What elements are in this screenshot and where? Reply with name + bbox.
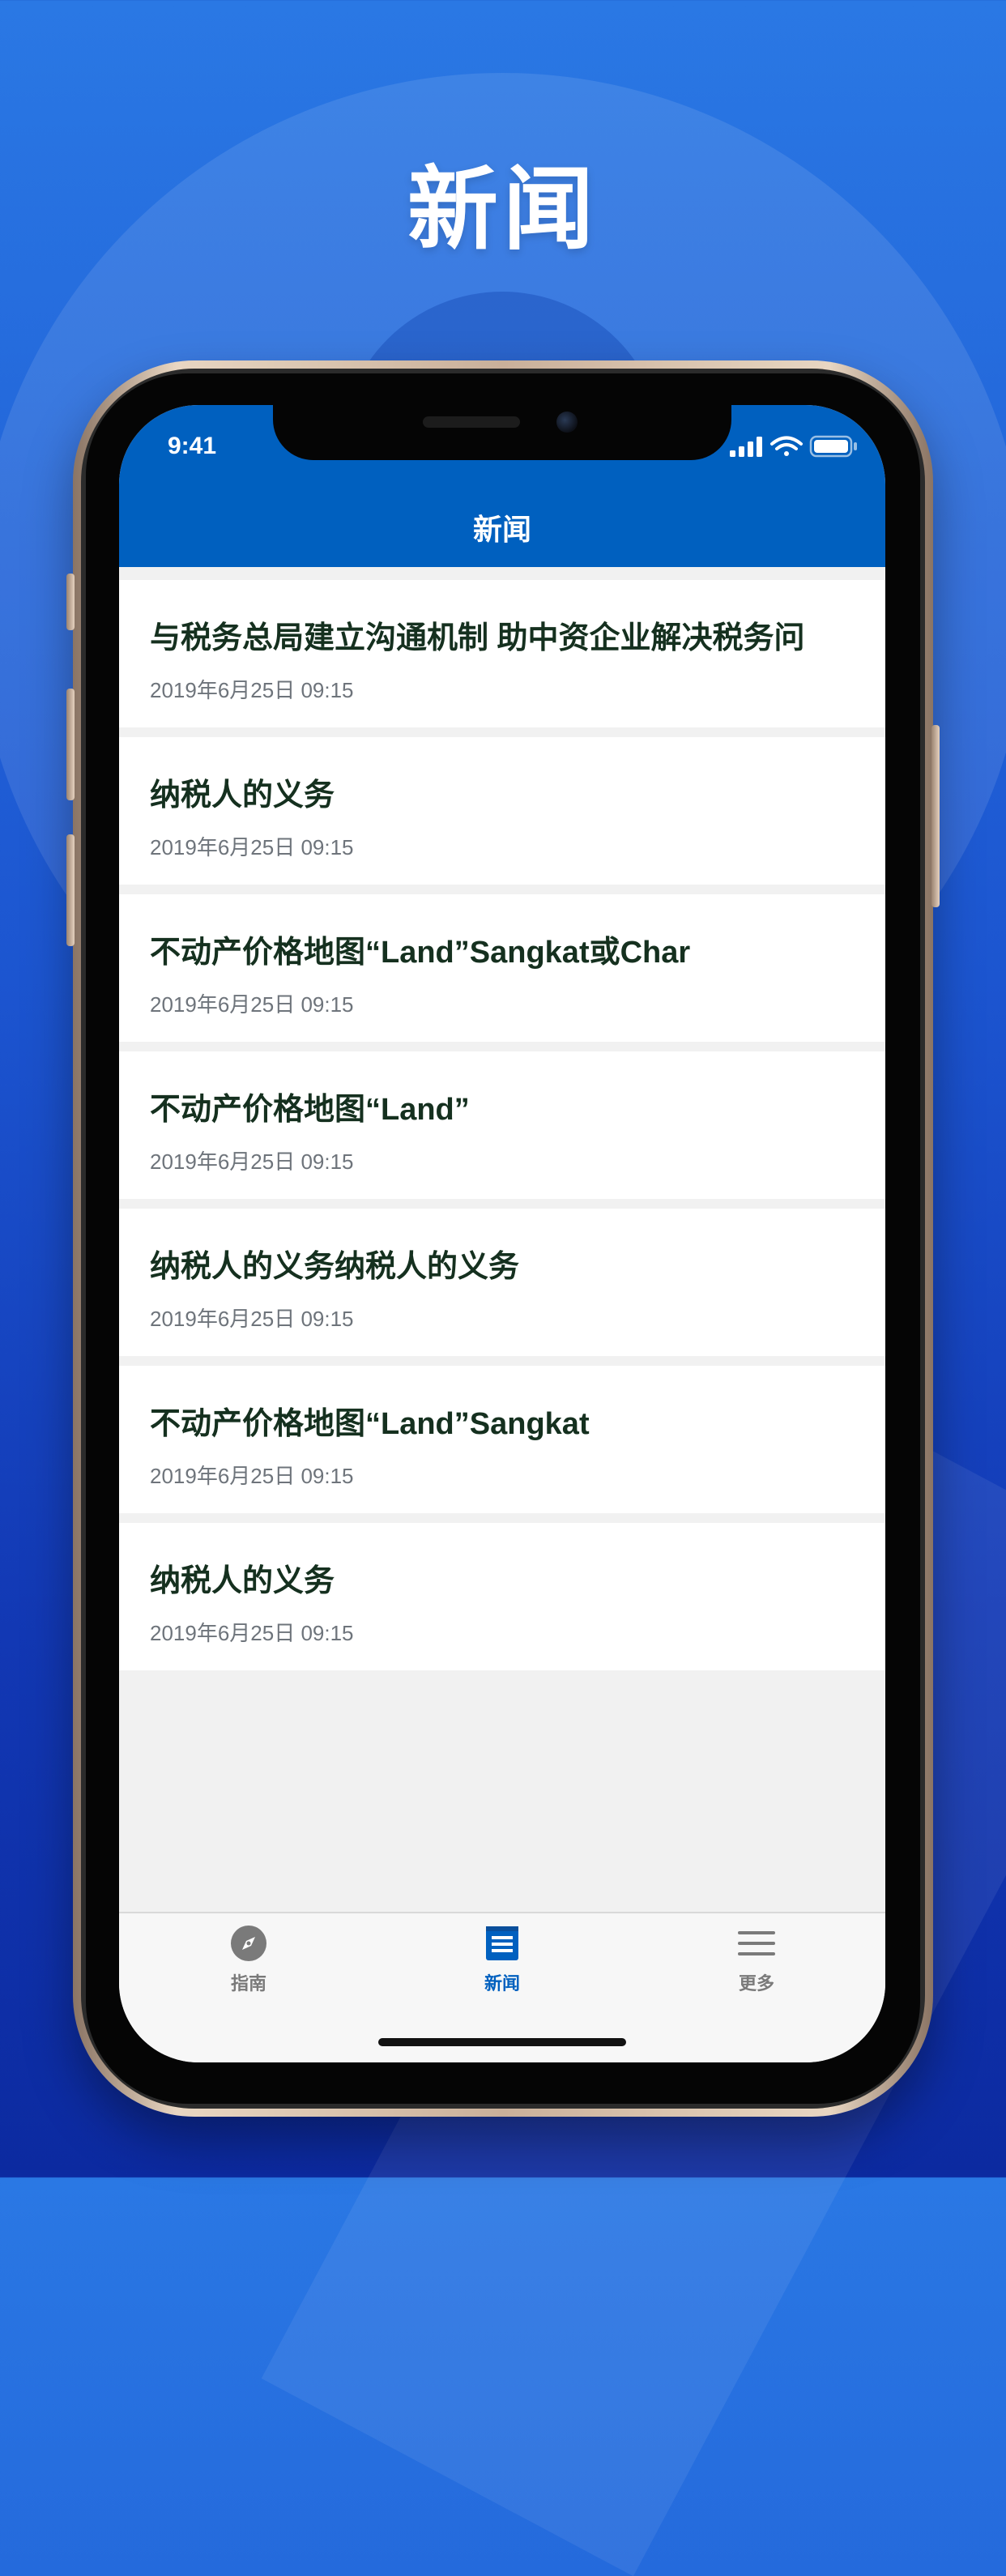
- wifi-icon: [770, 436, 803, 456]
- tab-guide[interactable]: 指南: [184, 1925, 313, 1995]
- menu-icon: [738, 1931, 775, 1955]
- news-date: 2019年6月25日 09:15: [150, 835, 354, 859]
- news-date: 2019年6月25日 09:15: [150, 1149, 354, 1174]
- tab-more-label: 更多: [738, 1973, 774, 1994]
- news-title: 纳税人的义务: [150, 1564, 335, 1598]
- news-title: 不动产价格地图“Land”: [150, 1093, 470, 1127]
- hero-title: 新闻: [407, 159, 599, 260]
- news-title: 不动产价格地图“Land”Sangkat: [150, 1407, 590, 1441]
- news-date: 2019年6月25日 09:15: [150, 1621, 354, 1645]
- volume-down-button: [66, 834, 75, 946]
- status-icons: [730, 434, 859, 458]
- news-title: 纳税人的义务纳税人的义务: [150, 1250, 520, 1284]
- compass-icon: [231, 1926, 266, 1961]
- news-item[interactable]: 不动产价格地图“Land”Sangkat或Char 2019年6月25日 09:…: [119, 894, 885, 1042]
- news-title: 与税务总局建立沟通机制 助中资企业解决税务问: [150, 621, 805, 655]
- tab-more[interactable]: 更多: [692, 1925, 821, 1995]
- power-button: [931, 725, 940, 907]
- nav-title: 新闻: [472, 513, 531, 546]
- mute-switch: [66, 574, 75, 630]
- notch: [273, 405, 731, 460]
- news-item[interactable]: 纳税人的义务 2019年6月25日 09:15: [119, 737, 885, 885]
- news-date: 2019年6月25日 09:15: [150, 1307, 354, 1331]
- cellular-signal-icon: [730, 437, 762, 457]
- front-camera: [556, 412, 578, 433]
- news-date: 2019年6月25日 09:15: [150, 1464, 354, 1488]
- home-indicator[interactable]: [378, 2038, 626, 2046]
- app-screen: 新闻 9:41 与税务总局建立沟通机制 助中资企业解决税务问 2019年6月25…: [119, 405, 885, 2062]
- news-title: 不动产价格地图“Land”Sangkat或Char: [150, 936, 691, 970]
- news-item[interactable]: 纳税人的义务 2019年6月25日 09:15: [119, 1523, 885, 1670]
- volume-up-button: [66, 689, 75, 800]
- news-list: 与税务总局建立沟通机制 助中资企业解决税务问 2019年6月25日 09:15 …: [119, 580, 885, 1680]
- tab-guide-label: 指南: [230, 1973, 266, 1994]
- tab-bar: 指南 新闻 更多: [119, 1912, 885, 2062]
- news-item[interactable]: 不动产价格地图“Land” 2019年6月25日 09:15: [119, 1051, 885, 1199]
- newspaper-icon: [486, 1926, 518, 1960]
- speaker-grille: [423, 416, 520, 428]
- news-item[interactable]: 与税务总局建立沟通机制 助中资企业解决税务问 2019年6月25日 09:15: [119, 580, 885, 727]
- news-date: 2019年6月25日 09:15: [150, 678, 354, 702]
- status-time: 9:41: [168, 433, 217, 459]
- tab-news-label: 新闻: [484, 1973, 520, 1994]
- tab-news[interactable]: 新闻: [437, 1925, 567, 1995]
- battery-icon: [809, 435, 857, 458]
- news-title: 纳税人的义务: [150, 778, 335, 812]
- news-item[interactable]: 纳税人的义务纳税人的义务 2019年6月25日 09:15: [119, 1209, 885, 1356]
- news-item[interactable]: 不动产价格地图“Land”Sangkat 2019年6月25日 09:15: [119, 1366, 885, 1513]
- news-date: 2019年6月25日 09:15: [150, 992, 354, 1017]
